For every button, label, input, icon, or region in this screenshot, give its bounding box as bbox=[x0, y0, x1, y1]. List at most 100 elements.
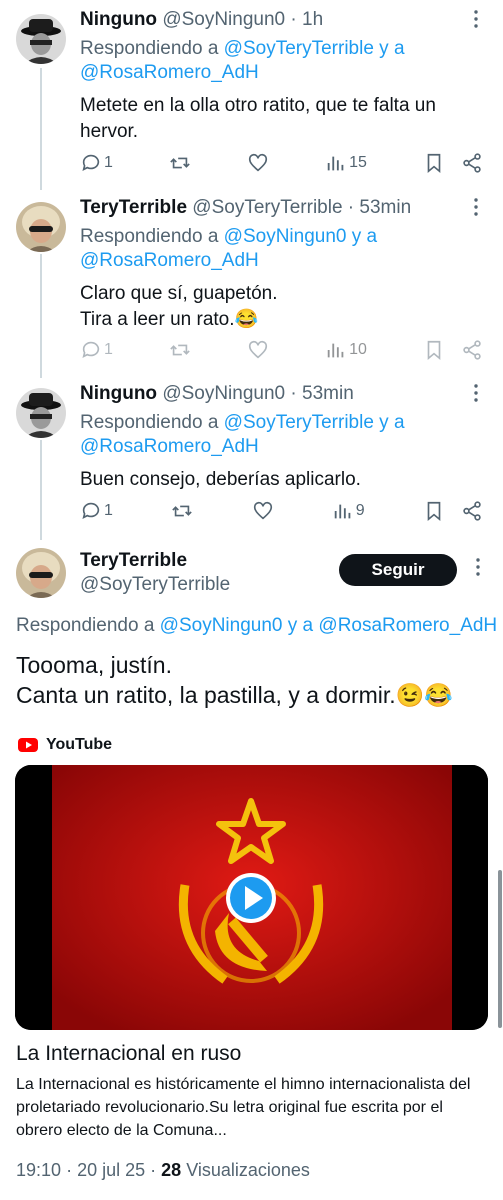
avatar[interactable] bbox=[16, 548, 66, 598]
tweet-actions: 1 15 bbox=[80, 150, 483, 176]
tweet-header: Ninguno @SoyNingun0 · 53min bbox=[80, 382, 487, 406]
avatar[interactable] bbox=[16, 14, 66, 64]
like-button[interactable] bbox=[252, 500, 274, 522]
replying-to: Respondiendo a @SoyNingun0 y a @RosaRome… bbox=[16, 613, 497, 639]
more-options-icon[interactable] bbox=[465, 196, 487, 218]
replying-separator: y a bbox=[287, 615, 314, 636]
retweet-button[interactable] bbox=[169, 152, 191, 174]
handle[interactable]: @SoyTeryTerrible bbox=[192, 197, 342, 218]
views-button[interactable]: 15 bbox=[325, 152, 367, 174]
analytics-icon bbox=[334, 504, 351, 519]
card-description: La Internacional es históricamente el hi… bbox=[16, 1076, 471, 1139]
reply-button[interactable]: 1 bbox=[80, 500, 113, 522]
like-button[interactable] bbox=[247, 152, 269, 174]
more-options-icon[interactable] bbox=[467, 556, 489, 578]
card-source-label: YouTube bbox=[46, 736, 113, 753]
analytics-icon bbox=[327, 156, 344, 171]
replying-separator: y a bbox=[379, 38, 405, 59]
avatar[interactable] bbox=[16, 388, 66, 438]
reply-count: 1 bbox=[104, 341, 113, 358]
main-tweet-text: Toooma, justín. Canta un ratito, la past… bbox=[16, 650, 486, 710]
card-title[interactable]: La Internacional en ruso bbox=[16, 1041, 241, 1067]
tweet-text: Metete en la olla otro ratito, que te fa… bbox=[80, 95, 436, 142]
handle[interactable]: @SoyNingun0 bbox=[162, 9, 285, 30]
bookmark-icon[interactable] bbox=[423, 500, 445, 522]
view-count: 9 bbox=[355, 502, 365, 519]
timestamp[interactable]: · 53min bbox=[348, 197, 411, 218]
replying-prefix: Respondiendo a bbox=[80, 226, 219, 247]
mention-link[interactable]: @SoyTeryTerrible bbox=[224, 412, 374, 433]
views-button[interactable]: 10 bbox=[325, 339, 367, 361]
mention-link[interactable]: @RosaRomero_AdH bbox=[80, 62, 259, 83]
mention-link[interactable]: @RosaRomero_AdH bbox=[80, 250, 259, 271]
mention-link[interactable]: @RosaRomero_AdH bbox=[80, 436, 259, 457]
tweet-text: Claro que sí, guapetón. Tira a leer un r… bbox=[80, 281, 487, 333]
retweet-button[interactable] bbox=[169, 339, 191, 361]
reply-button[interactable]: 1 bbox=[80, 339, 113, 361]
mention-link[interactable]: @SoyNingun0 bbox=[160, 615, 283, 636]
views-button[interactable]: 9 bbox=[332, 500, 365, 522]
handle[interactable]: @SoyTeryTerrible bbox=[80, 572, 230, 598]
like-button[interactable] bbox=[247, 339, 269, 361]
tweet-text-line: Tira a leer un rato.😂 bbox=[80, 309, 259, 330]
tweet-text: Buen consejo, deberías aplicarlo. bbox=[80, 469, 361, 490]
retweet-icon bbox=[170, 157, 190, 169]
man-hat-avatar-image bbox=[16, 14, 66, 64]
bookmark-icon[interactable] bbox=[423, 152, 445, 174]
woman-sunglasses-avatar-image bbox=[16, 202, 66, 252]
view-count: 10 bbox=[349, 341, 367, 358]
reply-icon bbox=[82, 502, 100, 519]
replying-to: Respondiendo a @SoyNingun0 y a @RosaRome… bbox=[80, 225, 487, 273]
replying-prefix: Respondiendo a bbox=[80, 412, 219, 433]
timestamp[interactable]: · 1h bbox=[290, 9, 323, 30]
video-thumbnail[interactable] bbox=[15, 765, 488, 1030]
timestamp[interactable]: · 53min bbox=[290, 383, 353, 404]
handle[interactable]: @SoyNingun0 bbox=[162, 383, 285, 404]
display-name[interactable]: TeryTerrible bbox=[80, 548, 187, 574]
share-icon[interactable] bbox=[461, 500, 483, 522]
share-icon[interactable] bbox=[461, 339, 483, 361]
bookmark-icon[interactable] bbox=[423, 339, 445, 361]
scrollbar[interactable] bbox=[498, 870, 502, 1028]
bookmark-share-group bbox=[423, 339, 483, 361]
display-name[interactable]: Ninguno bbox=[80, 383, 157, 404]
bookmark-share-group bbox=[423, 152, 483, 174]
woman-sunglasses-avatar-image bbox=[16, 548, 66, 598]
follow-button[interactable]: Seguir bbox=[339, 554, 457, 586]
tweet-actions: 1 9 bbox=[80, 498, 483, 524]
reply-icon bbox=[82, 341, 100, 358]
card-source: YouTube bbox=[18, 734, 112, 756]
youtube-icon bbox=[18, 738, 38, 752]
mention-link[interactable]: @SoyNingun0 bbox=[224, 226, 347, 247]
more-options-icon[interactable] bbox=[465, 8, 487, 30]
avatar[interactable] bbox=[16, 202, 66, 252]
more-options-icon[interactable] bbox=[465, 382, 487, 404]
reply-count: 1 bbox=[104, 502, 113, 519]
retweet-icon bbox=[170, 344, 190, 356]
reply-icon bbox=[82, 154, 100, 171]
reply-button[interactable]: 1 bbox=[80, 152, 113, 174]
tweet-time[interactable]: 19:10 bbox=[16, 1160, 61, 1180]
tweet-text-line: Toooma, justín. bbox=[16, 652, 172, 678]
man-hat-avatar-image bbox=[16, 388, 66, 438]
replying-separator: y a bbox=[379, 412, 405, 433]
tweet-date[interactable]: 20 jul 25 bbox=[77, 1160, 145, 1180]
display-name[interactable]: TeryTerrible bbox=[80, 197, 187, 218]
retweet-icon bbox=[172, 505, 192, 517]
mention-link[interactable]: @SoyTeryTerrible bbox=[224, 38, 374, 59]
analytics-icon bbox=[327, 343, 344, 358]
tweet-header: Ninguno @SoyNingun0 · 1h bbox=[80, 8, 487, 32]
heart-icon bbox=[248, 340, 268, 359]
display-name[interactable]: Ninguno bbox=[80, 9, 157, 30]
tweet-actions: 1 10 bbox=[80, 337, 483, 363]
mention-link[interactable]: @RosaRomero_AdH bbox=[318, 615, 497, 636]
tweet-text-line: Canta un ratito, la pastilla, y a dormir… bbox=[16, 682, 453, 708]
retweet-button[interactable] bbox=[171, 500, 193, 522]
replying-prefix: Respondiendo a bbox=[16, 615, 155, 636]
heart-icon bbox=[248, 153, 268, 172]
share-icon[interactable] bbox=[461, 152, 483, 174]
main-tweet-header: TeryTerrible @SoyTeryTerrible Seguir bbox=[0, 548, 503, 600]
view-count: 15 bbox=[349, 154, 367, 171]
views-count: 28 bbox=[161, 1160, 182, 1180]
reply-count: 1 bbox=[104, 154, 113, 171]
